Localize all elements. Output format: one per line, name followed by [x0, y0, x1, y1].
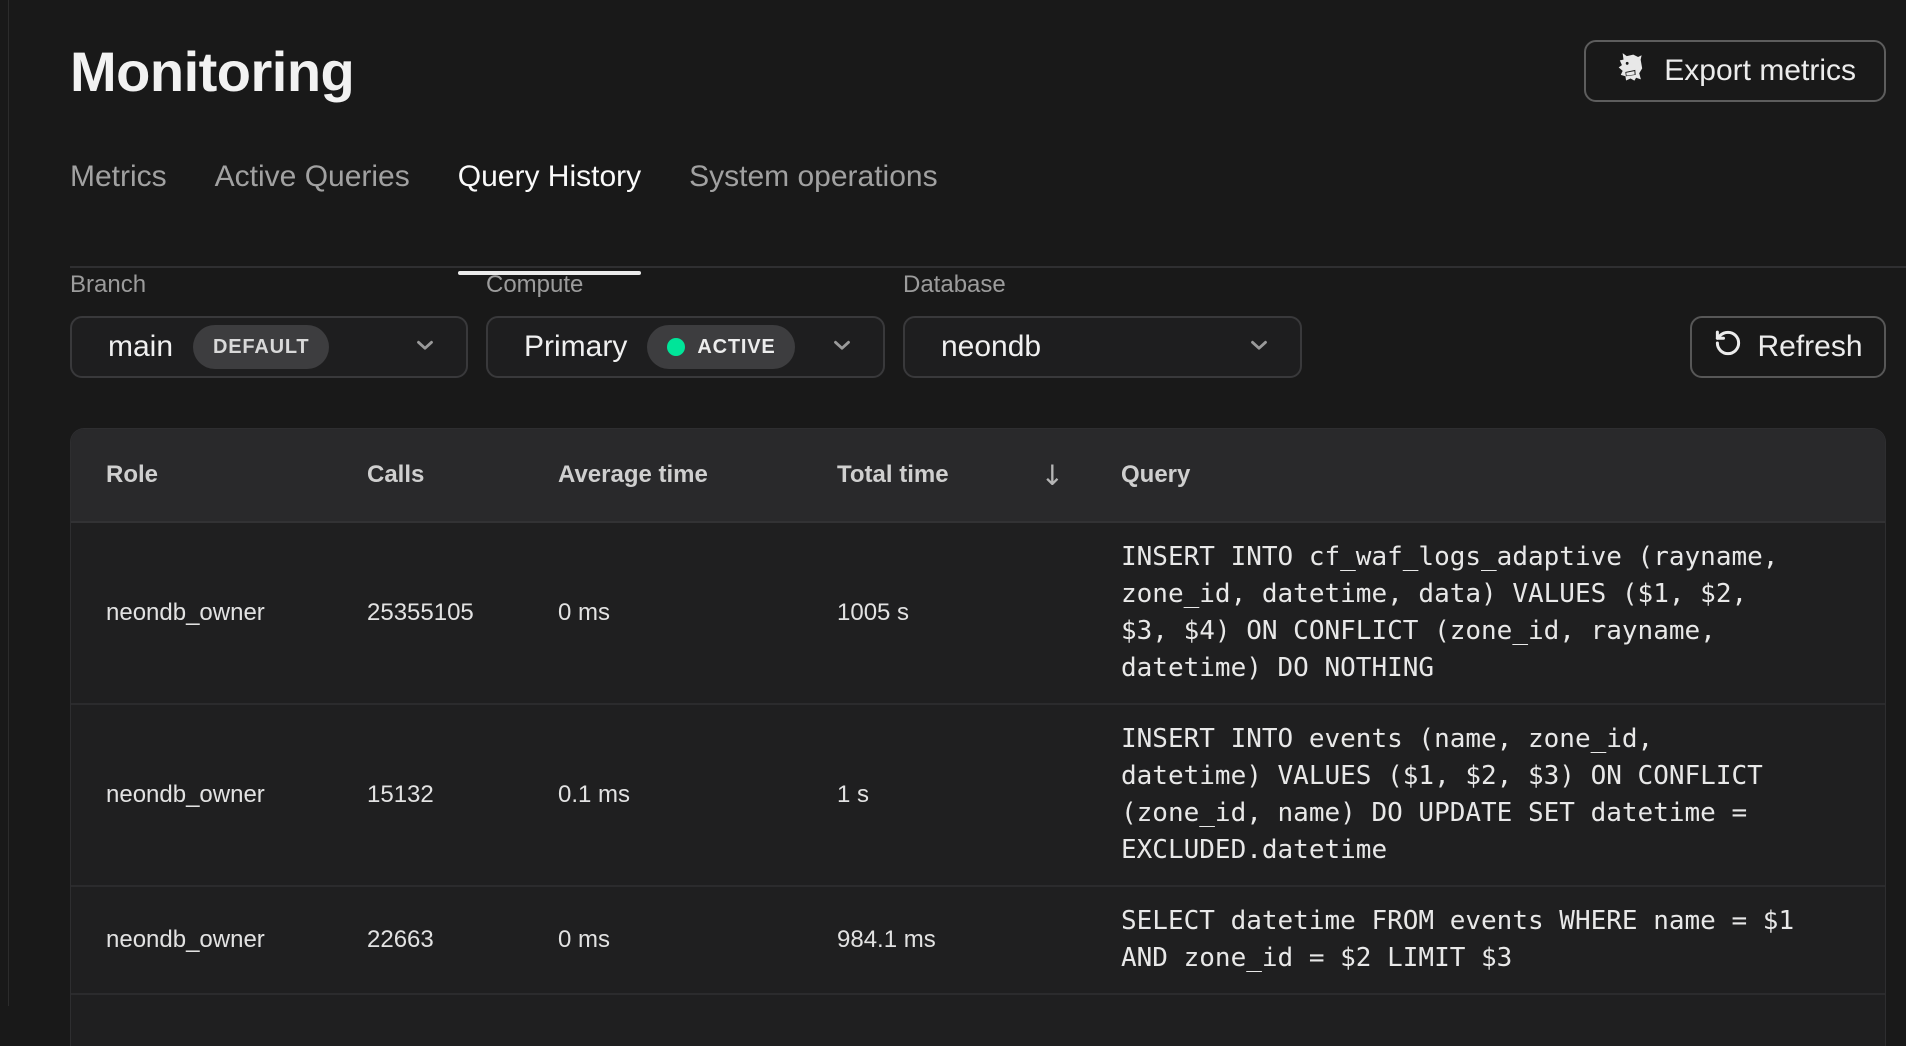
tab-query-history[interactable]: Query History: [458, 154, 641, 272]
chevron-down-icon: [412, 332, 438, 363]
query-cell: INSERT INTO cf_waf_logs_adaptive (raynam…: [1086, 523, 1885, 703]
active-badge-label: ACTIVE: [697, 336, 775, 359]
calls-cell: 22663: [332, 887, 523, 993]
filters-row: Branch main DEFAULT Compute Primary ACTI…: [70, 270, 1886, 378]
refresh-icon: [1713, 328, 1743, 366]
total-time-cell: 1005 s: [802, 523, 1086, 703]
refresh-label: Refresh: [1757, 330, 1862, 364]
average-time-cell: 0 ms: [523, 523, 802, 703]
compute-value: Primary: [524, 330, 627, 364]
branch-filter: Branch main DEFAULT: [70, 270, 468, 378]
table-body: neondb_owner 25355105 0 ms 1005 s INSERT…: [71, 523, 1885, 1035]
tab-metrics[interactable]: Metrics: [70, 154, 167, 272]
default-badge: DEFAULT: [193, 325, 329, 369]
total-time-cell: 1 s: [802, 705, 1086, 885]
chevron-down-icon: [1246, 332, 1272, 363]
table-header-row: RoleCallsAverage timeTotal time↓Query: [71, 429, 1885, 523]
column-header-role[interactable]: Role: [71, 429, 332, 521]
export-metrics-button[interactable]: Export metrics: [1584, 40, 1886, 102]
compute-filter: Compute Primary ACTIVE: [486, 270, 885, 378]
page-title: Monitoring: [70, 39, 354, 104]
database-value: neondb: [941, 330, 1041, 364]
datadog-icon: [1614, 50, 1648, 92]
branch-label: Branch: [70, 270, 468, 300]
database-select[interactable]: neondb: [903, 316, 1302, 378]
calls-cell: 15132: [332, 705, 523, 885]
monitoring-page: Monitoring Export metrics MetricsActive …: [0, 0, 1906, 1006]
column-header-query[interactable]: Query: [1086, 429, 1885, 521]
role-cell: neondb_owner: [71, 523, 332, 703]
branch-value: main: [108, 330, 173, 364]
next-row-partial: [71, 993, 1885, 1035]
tabs-bar: MetricsActive QueriesQuery HistorySystem…: [70, 154, 1906, 268]
sort-descending-icon: ↓: [1041, 459, 1064, 492]
database-label: Database: [903, 270, 1302, 300]
table-row[interactable]: neondb_owner 22663 0 ms 984.1 ms SELECT …: [71, 885, 1885, 993]
table-row[interactable]: neondb_owner 15132 0.1 ms 1 s INSERT INT…: [71, 703, 1885, 885]
compute-select[interactable]: Primary ACTIVE: [486, 316, 885, 378]
total-time-cell: 984.1 ms: [802, 887, 1086, 993]
average-time-cell: 0 ms: [523, 887, 802, 993]
table-row[interactable]: neondb_owner 25355105 0 ms 1005 s INSERT…: [71, 523, 1885, 703]
active-badge: ACTIVE: [647, 325, 795, 369]
chevron-down-icon: [829, 332, 855, 363]
column-header-total-time[interactable]: Total time↓: [802, 429, 1086, 521]
database-filter: Database neondb: [903, 270, 1302, 378]
average-time-cell: 0.1 ms: [523, 705, 802, 885]
export-metrics-label: Export metrics: [1664, 54, 1856, 88]
query-cell: INSERT INTO events (name, zone_id, datet…: [1086, 705, 1885, 885]
column-header-average-time[interactable]: Average time: [523, 429, 802, 521]
column-header-calls[interactable]: Calls: [332, 429, 523, 521]
role-cell: neondb_owner: [71, 705, 332, 885]
query-cell: SELECT datetime FROM events WHERE name =…: [1086, 887, 1885, 993]
refresh-button[interactable]: Refresh: [1690, 316, 1886, 378]
role-cell: neondb_owner: [71, 887, 332, 993]
branch-select[interactable]: main DEFAULT: [70, 316, 468, 378]
compute-label: Compute: [486, 270, 885, 300]
tab-active-queries[interactable]: Active Queries: [215, 154, 410, 272]
left-edge-divider: [8, 0, 9, 1006]
query-history-table: RoleCallsAverage timeTotal time↓Query ne…: [70, 428, 1886, 1046]
calls-cell: 25355105: [332, 523, 523, 703]
status-dot: [667, 338, 685, 356]
page-header: Monitoring Export metrics: [70, 36, 1886, 106]
tab-system-operations[interactable]: System operations: [689, 154, 937, 272]
